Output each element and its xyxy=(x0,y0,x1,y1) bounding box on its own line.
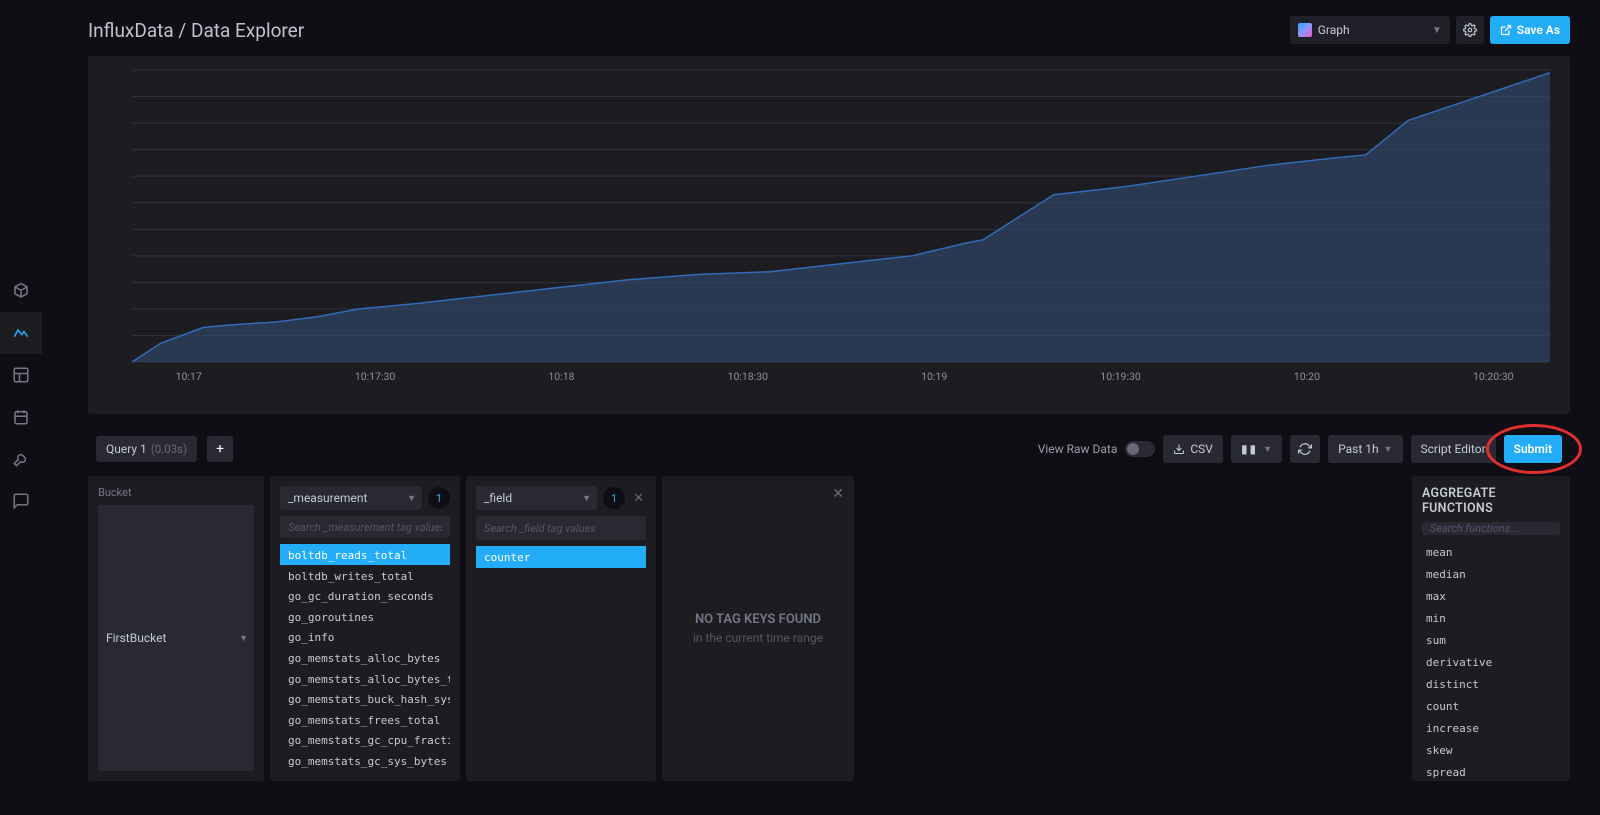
svg-text:10:19:30: 10:19:30 xyxy=(1100,370,1141,383)
measurement-item[interactable]: go_info xyxy=(280,627,450,648)
query-tab-label: Query 1 xyxy=(106,442,147,456)
measurement-item[interactable]: go_memstats_alloc_bytes xyxy=(280,647,450,668)
measurement-key-select[interactable]: _measurement ▼ xyxy=(280,486,422,510)
field-column: _field ▼ 1 ✕ counter xyxy=(466,476,656,781)
svg-text:10:20:30: 10:20:30 xyxy=(1473,370,1514,383)
submit-button[interactable]: Submit xyxy=(1504,435,1562,463)
measurement-search-input[interactable] xyxy=(280,516,450,538)
field-key-select[interactable]: _field ▼ xyxy=(476,486,597,510)
page-title: InfluxData / Data Explorer xyxy=(88,19,304,42)
viz-type-dropdown[interactable]: Graph ▼ xyxy=(1290,16,1450,44)
nav-explorer-icon[interactable] xyxy=(0,312,42,354)
graph-viz-icon xyxy=(1298,23,1312,37)
line-chart: 40506070809010011012013014015010:1710:17… xyxy=(132,66,1550,386)
chevron-down-icon: ▼ xyxy=(1432,25,1442,36)
measurement-item[interactable]: boltdb_writes_total xyxy=(280,565,450,586)
pause-dropdown[interactable]: ▮▮ ▼ xyxy=(1231,435,1282,463)
aggregate-item[interactable]: sum xyxy=(1422,629,1560,651)
aggregate-item[interactable]: min xyxy=(1422,607,1560,629)
chevron-down-icon: ▼ xyxy=(1384,444,1393,455)
chevron-down-icon: ▼ xyxy=(239,633,248,644)
settings-button[interactable] xyxy=(1456,16,1484,44)
bucket-label: Bucket xyxy=(98,486,254,499)
measurement-item[interactable]: go_memstats_buck_hash_sys_bytes xyxy=(280,689,450,710)
measurement-item[interactable]: go_gc_duration_seconds xyxy=(280,586,450,607)
aggregate-item[interactable]: distinct xyxy=(1422,673,1560,695)
page-name: Data Explorer xyxy=(191,19,304,42)
query-toolbar: Query 1 (0.03s) + View Raw Data CSV ▮▮▼ … xyxy=(88,428,1570,470)
measurement-item[interactable]: boltdb_reads_total xyxy=(280,544,450,565)
measurement-column: _measurement ▼ 1 boltdb_reads_totalboltd… xyxy=(270,476,460,781)
side-nav xyxy=(0,0,42,815)
svg-text:10:18:30: 10:18:30 xyxy=(728,370,769,383)
svg-text:10:17:30: 10:17:30 xyxy=(355,370,396,383)
measurement-list: boltdb_reads_totalboltdb_writes_totalgo_… xyxy=(280,544,450,771)
aggregate-item[interactable]: spread xyxy=(1422,761,1560,783)
aggregate-item[interactable]: max xyxy=(1422,585,1560,607)
measurement-item[interactable]: go_memstats_gc_sys_bytes xyxy=(280,750,450,771)
time-range-dropdown[interactable]: Past 1h▼ xyxy=(1328,435,1402,463)
script-editor-button[interactable]: Script Editor xyxy=(1411,435,1496,463)
query-builder: Bucket FirstBucket ▼ _measurement ▼ 1 bo… xyxy=(88,476,1570,781)
viz-type-label: Graph xyxy=(1318,23,1350,37)
aggregate-list: meanmedianmaxminsumderivativedistinctcou… xyxy=(1422,541,1560,783)
field-count-badge: 1 xyxy=(603,487,625,509)
header: InfluxData / Data Explorer Graph ▼ Save … xyxy=(88,12,1570,48)
empty-subtitle: in the current time range xyxy=(693,631,823,645)
nav-wrench-icon[interactable] xyxy=(0,438,42,480)
save-as-button[interactable]: Save As xyxy=(1490,16,1570,44)
org-name: InfluxData xyxy=(88,19,174,42)
aggregate-item[interactable]: skew xyxy=(1422,739,1560,761)
svg-text:10:19: 10:19 xyxy=(921,370,947,383)
nav-dashboards-icon[interactable] xyxy=(0,354,42,396)
empty-tag-column: ✕ NO TAG KEYS FOUND in the current time … xyxy=(662,476,854,781)
aggregate-item[interactable]: mean xyxy=(1422,541,1560,563)
field-item[interactable]: counter xyxy=(476,546,646,568)
measurement-item[interactable]: go_memstats_frees_total xyxy=(280,709,450,730)
chevron-down-icon: ▼ xyxy=(407,493,416,504)
aggregate-column: AGGREGATE FUNCTIONS meanmedianmaxminsumd… xyxy=(1412,476,1570,781)
query-tab-time: (0.03s) xyxy=(151,442,187,456)
chevron-down-icon: ▼ xyxy=(582,493,591,504)
nav-feedback-icon[interactable] xyxy=(0,480,42,522)
svg-text:10:18: 10:18 xyxy=(548,370,574,383)
query-tab[interactable]: Query 1 (0.03s) xyxy=(96,436,197,462)
empty-title: NO TAG KEYS FOUND xyxy=(695,612,821,627)
aggregate-item[interactable]: derivative xyxy=(1422,651,1560,673)
csv-button[interactable]: CSV xyxy=(1163,435,1223,463)
aggregate-search-input[interactable] xyxy=(1422,522,1560,535)
raw-data-toggle[interactable] xyxy=(1125,441,1155,457)
svg-text:10:17: 10:17 xyxy=(176,370,202,383)
measurement-count-badge: 1 xyxy=(428,487,450,509)
measurement-item[interactable]: go_memstats_gc_cpu_fraction xyxy=(280,730,450,751)
aggregate-title: AGGREGATE FUNCTIONS xyxy=(1422,486,1560,516)
chart-panel: 40506070809010011012013014015010:1710:17… xyxy=(88,56,1570,414)
close-icon[interactable]: ✕ xyxy=(832,486,844,502)
main: InfluxData / Data Explorer Graph ▼ Save … xyxy=(42,0,1600,815)
chevron-down-icon: ▼ xyxy=(1263,444,1272,455)
bucket-column: Bucket FirstBucket ▼ xyxy=(88,476,264,781)
add-query-button[interactable]: + xyxy=(207,436,233,462)
aggregate-item[interactable]: count xyxy=(1422,695,1560,717)
svg-text:10:20: 10:20 xyxy=(1294,370,1320,383)
aggregate-item[interactable]: increase xyxy=(1422,717,1560,739)
measurement-item[interactable]: go_goroutines xyxy=(280,606,450,627)
aggregate-item[interactable]: median xyxy=(1422,563,1560,585)
nav-tasks-icon[interactable] xyxy=(0,396,42,438)
pause-icon: ▮▮ xyxy=(1241,442,1258,456)
field-search-input[interactable] xyxy=(476,516,646,540)
close-icon[interactable]: ✕ xyxy=(631,491,646,506)
refresh-button[interactable] xyxy=(1290,435,1320,463)
nav-cubo-icon[interactable] xyxy=(0,270,42,312)
raw-data-label: View Raw Data xyxy=(1038,442,1118,456)
field-list: counter xyxy=(476,546,646,568)
measurement-item[interactable]: go_memstats_alloc_bytes_total xyxy=(280,668,450,689)
bucket-select[interactable]: FirstBucket ▼ xyxy=(98,505,254,771)
